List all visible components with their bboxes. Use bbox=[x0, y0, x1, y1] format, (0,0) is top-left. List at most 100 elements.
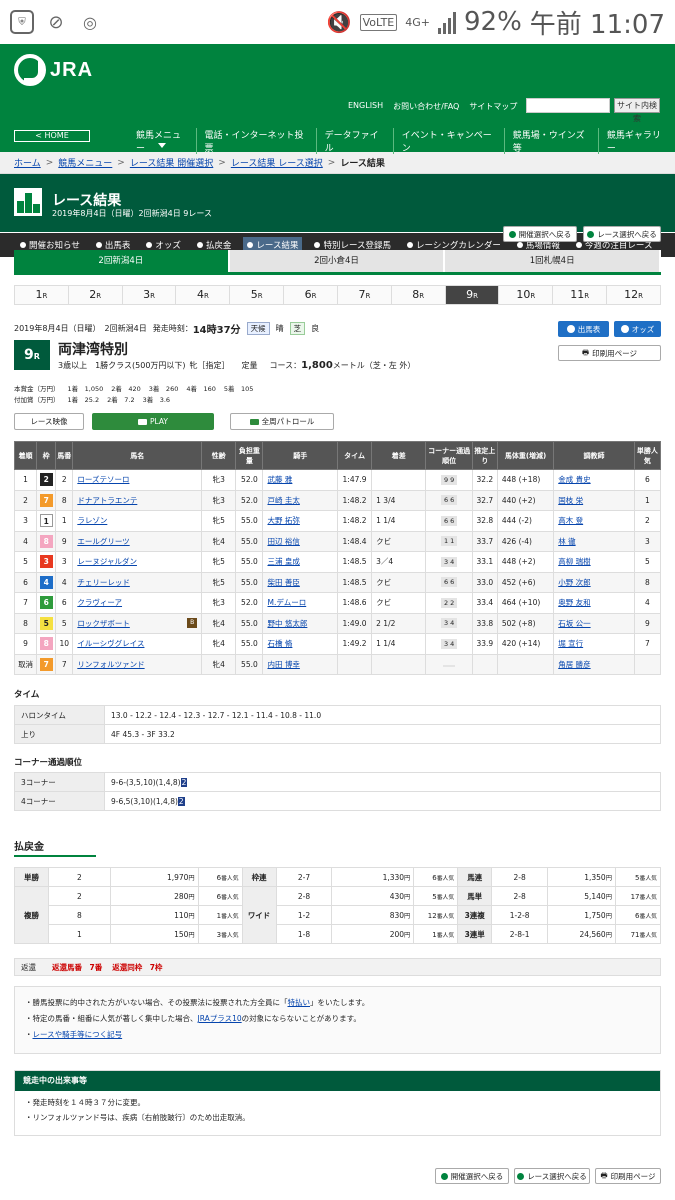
nav-events[interactable]: イベント・キャンペーン bbox=[392, 128, 504, 154]
nav-data[interactable]: データファイル bbox=[315, 128, 393, 154]
home-button[interactable]: < HOME bbox=[14, 130, 90, 142]
cell-bw: 502 (+8) bbox=[501, 618, 536, 628]
race-tab-11[interactable]: 11R bbox=[552, 286, 607, 304]
cell-horse[interactable]: クラヴィーア bbox=[77, 598, 122, 607]
crumb-race-select[interactable]: レース結果 レース選択 bbox=[231, 156, 323, 169]
print-button-top[interactable]: 🖶 印刷用ページ bbox=[558, 345, 661, 361]
jra-plus10-link[interactable]: JRAプラス10 bbox=[198, 1014, 242, 1023]
cell-horse[interactable]: イルーシヴグレイス bbox=[77, 639, 144, 648]
race-tab-10[interactable]: 10R bbox=[498, 286, 553, 304]
cell-sex-wrap: 牝3 bbox=[201, 469, 237, 491]
race-tab-5[interactable]: 5R bbox=[229, 286, 284, 304]
cell-pos: 9 bbox=[23, 639, 28, 649]
cell-horse[interactable]: ラレゾン bbox=[77, 516, 107, 525]
cell-trainer[interactable]: 堀 宣行 bbox=[558, 639, 583, 648]
race-weight-rule: 定量 bbox=[241, 361, 258, 370]
cell-pos-wrap: 9 bbox=[13, 633, 38, 655]
fukusho-label: 複勝 bbox=[14, 886, 49, 944]
cell-horse[interactable]: リンフォルツァンド bbox=[77, 660, 144, 669]
cell-trainer[interactable]: 小野 次郎 bbox=[558, 578, 590, 587]
cell-time: 1:48.2 bbox=[342, 495, 367, 505]
race-name: 両津湾特別 bbox=[58, 342, 128, 358]
wakuren-yen: 1,330 bbox=[382, 872, 405, 882]
print-button-bottom[interactable]: 🖶 印刷用ページ bbox=[595, 1168, 661, 1184]
nav-gallery[interactable]: 競馬ギャラリー bbox=[597, 128, 675, 154]
entries-button[interactable]: 出馬表 bbox=[558, 321, 609, 337]
back-meeting-button-bottom[interactable]: 開催選択へ戻る bbox=[435, 1168, 509, 1184]
symbols-link[interactable]: レースや騎手等につく記号 bbox=[33, 1030, 123, 1039]
cell-trainer[interactable]: 高木 登 bbox=[558, 516, 583, 525]
crumb-meeting[interactable]: レース結果 開催選択 bbox=[130, 156, 213, 169]
cell-horse[interactable]: ドナアトラエンテ bbox=[77, 496, 137, 505]
cell-jockey[interactable]: 柴田 善臣 bbox=[267, 578, 299, 587]
cell-jockey[interactable]: 武藤 雅 bbox=[267, 475, 292, 484]
cell-horse-wrap: エールグリーツ bbox=[72, 530, 203, 552]
cell-jockey[interactable]: 石橋 脩 bbox=[267, 639, 292, 648]
cell-jockey[interactable]: M.デムーロ bbox=[267, 598, 306, 607]
cell-trainer[interactable]: 奥野 友和 bbox=[558, 598, 590, 607]
cell-trainer[interactable]: 国枝 栄 bbox=[558, 496, 583, 505]
cell-horse[interactable]: チェリーレッド bbox=[77, 578, 130, 587]
corner-section-title: コーナー通過順位 bbox=[14, 758, 83, 768]
cell-jockey[interactable]: 田辺 裕信 bbox=[267, 537, 299, 546]
cell-sex: 牝4 bbox=[212, 639, 225, 649]
video-row: レース映像 PLAY 全周パトロール bbox=[14, 413, 334, 430]
table-row: 4 8 9 エールグリーツ 牝4 55.0 田辺 裕信 1:48.4 クビ 1 1 33.7 426 … bbox=[13, 530, 662, 552]
link-sitemap[interactable]: サイトマップ bbox=[469, 101, 517, 112]
link-english[interactable]: ENGLISH bbox=[348, 101, 383, 112]
tab-kokura[interactable]: 2回小倉4日 bbox=[229, 250, 446, 272]
nav-vote[interactable]: 電話・インターネット投票 bbox=[195, 128, 316, 154]
cell-horse[interactable]: レーヌジャルダン bbox=[77, 557, 137, 566]
back-meeting-button[interactable]: 開催選択へ戻る bbox=[503, 226, 577, 242]
play-video-button[interactable]: PLAY bbox=[92, 413, 214, 430]
cell-pos-wrap: 8 bbox=[13, 612, 38, 634]
cell-wt-wrap: 52.0 bbox=[235, 592, 264, 614]
cell-trainer[interactable]: 石坂 公一 bbox=[558, 619, 590, 628]
cell-last: 33.1 bbox=[476, 557, 494, 567]
cell-horse[interactable]: ローズテソーロ bbox=[77, 475, 129, 484]
race-tab-12[interactable]: 12R bbox=[606, 286, 660, 304]
race-tab-4[interactable]: 4R bbox=[175, 286, 230, 304]
header-links: ENGLISH お問い合わせ/FAQ サイトマップ bbox=[348, 101, 517, 112]
fukusho-num-2: 8 bbox=[47, 905, 111, 925]
back-race-button[interactable]: レース選択へ戻る bbox=[583, 226, 661, 242]
cell-trainer[interactable]: 金成 貴史 bbox=[558, 475, 590, 484]
crumb-menu[interactable]: 競馬メニュー bbox=[58, 156, 112, 169]
crumb-home[interactable]: ホーム bbox=[14, 156, 41, 169]
cell-jockey[interactable]: 戸崎 圭太 bbox=[267, 496, 299, 505]
patrol-video-button[interactable]: 全周パトロール bbox=[230, 413, 334, 430]
race-tab-3[interactable]: 3R bbox=[121, 286, 176, 304]
cell-horse[interactable]: ロックザボート bbox=[77, 619, 130, 628]
race-tab-9[interactable]: 9R bbox=[444, 286, 499, 304]
site-search-button[interactable]: サイト内検索 bbox=[614, 98, 660, 123]
cell-trainer[interactable]: 角居 勝彦 bbox=[558, 660, 590, 669]
cell-jockey[interactable]: 内田 博幸 bbox=[267, 660, 299, 669]
race-tab-suffix: R bbox=[419, 292, 425, 300]
cell-trainer[interactable]: 高柳 瑞樹 bbox=[558, 557, 590, 566]
tab-niigata[interactable]: 2回新潟4日 bbox=[14, 250, 230, 272]
race-tab-7[interactable]: 7R bbox=[336, 286, 391, 304]
nav-keiba-menu[interactable]: 競馬メニュー bbox=[128, 128, 196, 154]
back-race-button-bottom[interactable]: レース選択へ戻る bbox=[514, 1168, 590, 1184]
link-faq[interactable]: お問い合わせ/FAQ bbox=[393, 101, 459, 112]
cell-jockey[interactable]: 大野 拓弥 bbox=[267, 516, 299, 525]
jra-logo[interactable]: JRA bbox=[14, 54, 93, 86]
umatan-label: 馬単 bbox=[457, 886, 493, 906]
tab-sapporo[interactable]: 1回札幌4日 bbox=[445, 250, 662, 272]
cell-trainer[interactable]: 林 徹 bbox=[558, 537, 575, 546]
cell-last-wrap: 32.2 bbox=[471, 469, 498, 491]
race-tab-6[interactable]: 6R bbox=[283, 286, 337, 304]
tokubarai-link[interactable]: 特払い bbox=[288, 998, 311, 1007]
race-tab-2[interactable]: 2R bbox=[67, 286, 122, 304]
cell-jockey[interactable]: 野中 悠太郎 bbox=[267, 619, 307, 628]
nav-racecourse[interactable]: 競馬場・ウインズ等 bbox=[503, 128, 598, 154]
race-tab-1[interactable]: 1R bbox=[15, 286, 68, 304]
cell-sex-wrap: 牝4 bbox=[201, 633, 237, 655]
cell-num: 9 bbox=[61, 536, 67, 546]
site-search-input[interactable] bbox=[526, 98, 610, 113]
cell-horse[interactable]: エールグリーツ bbox=[77, 537, 129, 546]
cell-jockey[interactable]: 三浦 皇成 bbox=[267, 557, 299, 566]
odds-button[interactable]: オッズ bbox=[614, 321, 661, 337]
race-tab-8[interactable]: 8R bbox=[390, 286, 445, 304]
pop-unit: 番人気 bbox=[639, 932, 658, 939]
